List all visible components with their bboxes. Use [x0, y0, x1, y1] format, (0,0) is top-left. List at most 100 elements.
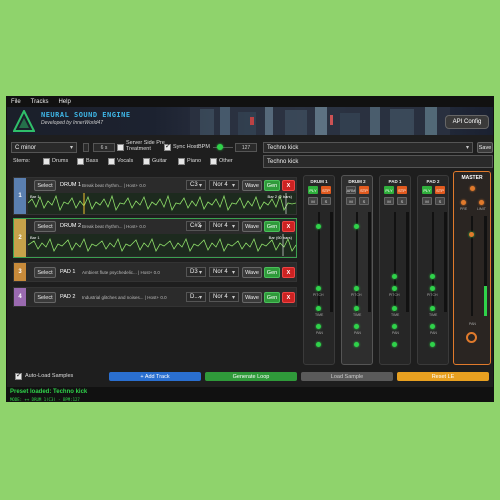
- track-note-select[interactable]: C#3 ▾: [186, 221, 206, 231]
- track-select-button[interactable]: Select: [34, 221, 56, 232]
- track-mode-select[interactable]: Nor 4 ▾: [209, 180, 239, 190]
- track-waveform[interactable]: Bar 1 Bar 2 (2 bars): [28, 193, 296, 214]
- menu-tracks[interactable]: Tracks: [31, 99, 49, 105]
- track-gen-button[interactable]: Gen: [264, 180, 280, 191]
- strip-play-button[interactable]: PLY: [384, 186, 394, 194]
- bpm-input[interactable]: 127: [235, 143, 257, 152]
- strip-solo-button[interactable]: S: [359, 197, 369, 205]
- sync-host-checkbox[interactable]: [164, 142, 171, 151]
- fader-handle[interactable]: [430, 274, 435, 279]
- bars-input[interactable]: 6 s: [93, 143, 115, 152]
- track-delete-button[interactable]: X: [282, 180, 295, 191]
- stem-vocals-checkbox[interactable]: [108, 158, 115, 165]
- strip-stop-button[interactable]: STP: [397, 186, 407, 194]
- stem-piano-checkbox[interactable]: [178, 158, 185, 165]
- generate-loop-button[interactable]: Generate Loop: [205, 372, 297, 381]
- track-gen-button[interactable]: Gen: [264, 292, 280, 303]
- strip-volume-fader[interactable]: [394, 212, 396, 312]
- api-config-button[interactable]: API Config: [445, 115, 489, 129]
- master-limit-knob[interactable]: [479, 200, 484, 205]
- bpm-slider-track[interactable]: [213, 147, 233, 148]
- pitch-knob[interactable]: [392, 286, 397, 291]
- load-sample-button[interactable]: Load Sample: [301, 372, 393, 381]
- track-waveform[interactable]: Bar 1 Bar (60 bars): [28, 234, 296, 256]
- track-delete-button[interactable]: X: [282, 267, 295, 278]
- send-knob[interactable]: [430, 342, 435, 347]
- send-knob[interactable]: [316, 342, 321, 347]
- track-select-button[interactable]: Select: [34, 267, 56, 278]
- master-limit-label: LIMIT: [477, 207, 486, 211]
- server-side-checkbox[interactable]: [117, 144, 124, 151]
- stem-guitar-checkbox[interactable]: [143, 158, 150, 165]
- reset-button[interactable]: Reset LE: [397, 372, 489, 381]
- key-select[interactable]: C minor ▾: [11, 142, 77, 153]
- time-knob[interactable]: [430, 306, 435, 311]
- chevron-down-icon: ▾: [231, 295, 235, 301]
- track-select-button[interactable]: Select: [34, 292, 56, 303]
- track-mode-select[interactable]: Nor 4 ▾: [209, 267, 239, 277]
- master-volume-fader[interactable]: [471, 216, 473, 316]
- strip-mute-button[interactable]: M: [422, 197, 432, 205]
- add-track-button[interactable]: + Add Track: [109, 372, 201, 381]
- chevron-down-icon: ▾: [231, 270, 235, 276]
- track-note-select[interactable]: D... ▾: [186, 292, 206, 302]
- pitch-knob-label: PITCH: [389, 293, 400, 297]
- preset-select[interactable]: Techno kick ▾: [263, 142, 473, 153]
- track-delete-button[interactable]: X: [282, 221, 295, 232]
- menu-help[interactable]: Help: [58, 99, 70, 105]
- time-knob[interactable]: [392, 306, 397, 311]
- strip-mute-button[interactable]: M: [346, 197, 356, 205]
- track-wave-button[interactable]: Wave: [242, 180, 262, 191]
- strip-stop-button[interactable]: STP: [359, 186, 369, 194]
- send-knob[interactable]: [354, 342, 359, 347]
- pan-knob[interactable]: [430, 324, 435, 329]
- pitch-knob[interactable]: [430, 286, 435, 291]
- strip-stop-button[interactable]: STP: [321, 186, 331, 194]
- strip-arm-button[interactable]: ARM: [346, 186, 356, 194]
- pitch-knob[interactable]: [316, 286, 321, 291]
- master-gain-knob[interactable]: [470, 186, 475, 191]
- track-note-select[interactable]: D3 ▾: [186, 267, 206, 277]
- prompt-input[interactable]: Techno kick: [263, 155, 493, 168]
- master-pan-knob[interactable]: [466, 332, 477, 343]
- strip-mute-button[interactable]: M: [308, 197, 318, 205]
- track-mode-select[interactable]: Nor 4 ▾: [209, 221, 239, 231]
- pan-knob[interactable]: [354, 324, 359, 329]
- time-knob[interactable]: [354, 306, 359, 311]
- bars-slider-handle[interactable]: [83, 143, 89, 152]
- stem-drums-checkbox[interactable]: [43, 158, 50, 165]
- auto-load-checkbox[interactable]: [15, 371, 22, 380]
- track-mode-select[interactable]: Nor 4 ▾: [209, 292, 239, 302]
- strip-play-button[interactable]: PLY: [308, 186, 318, 194]
- strip-mute-button[interactable]: M: [384, 197, 394, 205]
- pan-knob[interactable]: [316, 324, 321, 329]
- send-knob[interactable]: [392, 342, 397, 347]
- track-gen-button[interactable]: Gen: [264, 221, 280, 232]
- stem-other-checkbox[interactable]: [210, 158, 217, 165]
- bpm-slider-handle[interactable]: [217, 144, 223, 150]
- save-button[interactable]: Save: [477, 142, 493, 153]
- track-wave-button[interactable]: Wave: [242, 267, 262, 278]
- fader-handle[interactable]: [354, 224, 359, 229]
- strip-solo-button[interactable]: S: [321, 197, 331, 205]
- track-select-button[interactable]: Select: [34, 180, 56, 191]
- strip-solo-button[interactable]: S: [435, 197, 445, 205]
- strip-play-button[interactable]: PLY: [422, 186, 432, 194]
- stem-bass-checkbox[interactable]: [77, 158, 84, 165]
- strip-solo-button[interactable]: S: [397, 197, 407, 205]
- time-knob[interactable]: [316, 306, 321, 311]
- fader-handle[interactable]: [392, 274, 397, 279]
- master-pre-knob[interactable]: [461, 200, 466, 205]
- strip-stop-button[interactable]: STP: [435, 186, 445, 194]
- pitch-knob[interactable]: [354, 286, 359, 291]
- strip-volume-fader[interactable]: [432, 212, 434, 312]
- track-delete-button[interactable]: X: [282, 292, 295, 303]
- master-fader-handle[interactable]: [469, 232, 474, 237]
- menu-file[interactable]: File: [11, 99, 21, 105]
- track-wave-button[interactable]: Wave: [242, 292, 262, 303]
- fader-handle[interactable]: [316, 224, 321, 229]
- track-note-select[interactable]: C3 ▾: [186, 180, 206, 190]
- track-gen-button[interactable]: Gen: [264, 267, 280, 278]
- track-wave-button[interactable]: Wave: [242, 221, 262, 232]
- pan-knob[interactable]: [392, 324, 397, 329]
